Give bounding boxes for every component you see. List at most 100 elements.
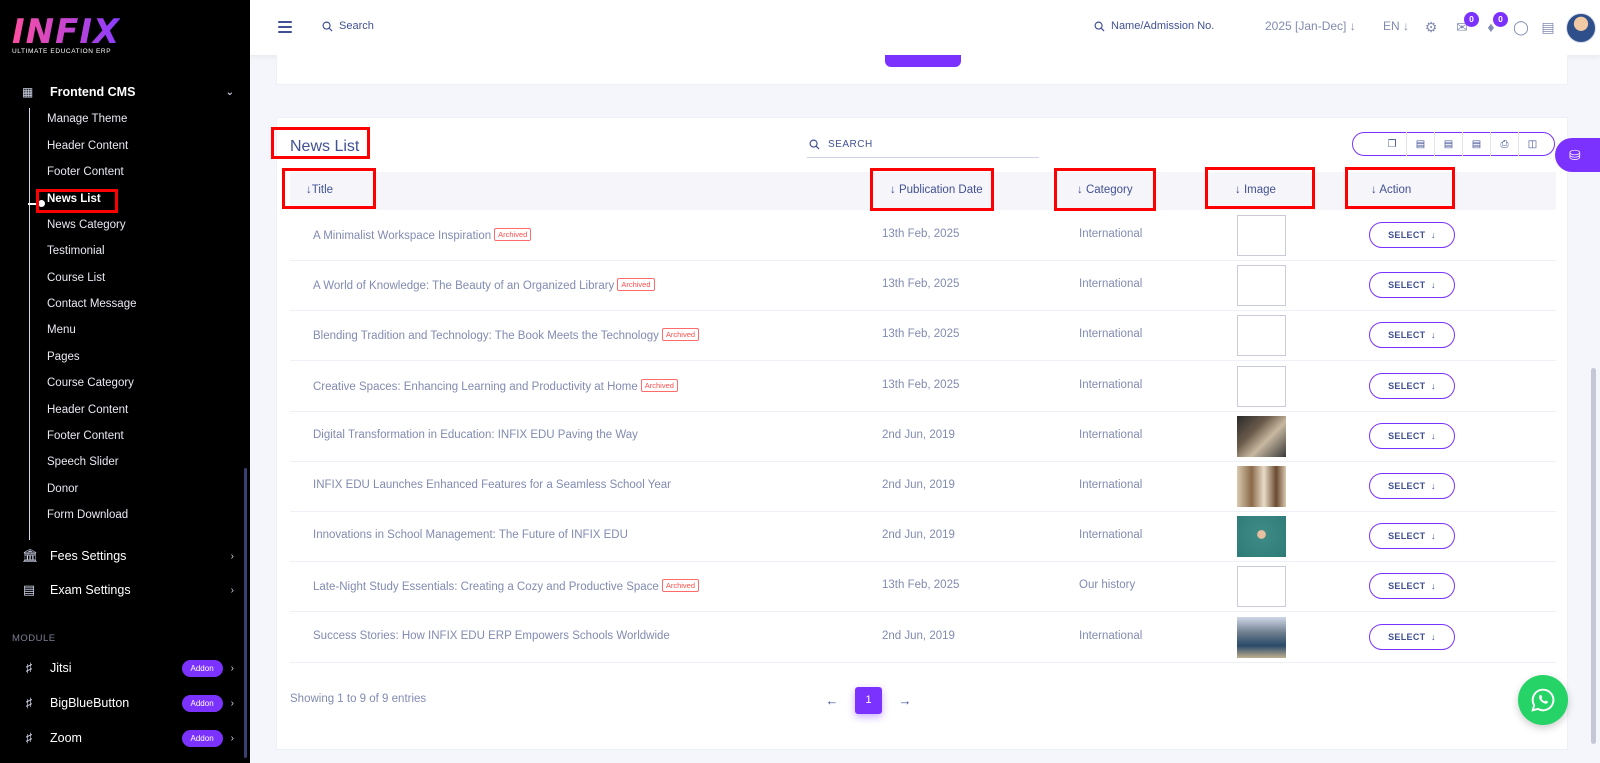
pdf-icon[interactable]: ▤ <box>1462 132 1490 156</box>
sidebar-item-pages[interactable]: Pages <box>47 351 80 363</box>
news-thumbnail <box>1237 315 1286 357</box>
logo[interactable]: INFIX ULTIMATE EDUCATION ERP <box>12 14 120 55</box>
chat-icon[interactable]: ✉ 0 <box>1453 12 1479 36</box>
table-row: Success Stories: How INFIX EDU ERP Empow… <box>290 612 1556 663</box>
archived-badge: Archived <box>661 579 700 593</box>
sidebar-section-label: Frontend CMS <box>50 85 136 99</box>
page-number[interactable]: 1 <box>855 687 882 714</box>
select-action-button[interactable]: SELECT ↓ <box>1369 222 1455 248</box>
news-thumbnail <box>1237 415 1286 457</box>
prev-page-icon[interactable]: ← <box>817 693 847 708</box>
table-search-input[interactable]: SEARCH <box>807 132 1039 158</box>
upper-card <box>276 55 1568 85</box>
sidebar-item-bigbluebutton[interactable]: ♯ BigBlueButton Addon › <box>22 693 234 713</box>
cell-date: 2nd Jun, 2019 <box>882 428 955 441</box>
select-label: SELECT <box>1388 380 1426 391</box>
news-title: Success Stories: How INFIX EDU ERP Empow… <box>313 629 670 642</box>
sidebar-item-donor[interactable]: Donor <box>47 483 78 495</box>
sidebar-item-form-download[interactable]: Form Download <box>47 509 128 521</box>
side-cart-icon[interactable]: ⛁ <box>1555 138 1600 172</box>
bell-icon[interactable]: ♦ 0 <box>1482 12 1508 36</box>
select-action-button[interactable]: SELECT ↓ <box>1369 422 1455 449</box>
robot-icon[interactable]: ⚙ <box>1422 18 1440 36</box>
sidebar-item-speech-slider[interactable]: Speech Slider <box>47 456 119 468</box>
select-action-button[interactable]: SELECT ↓ <box>1369 322 1455 349</box>
chevron-right-icon: › <box>230 697 234 709</box>
sidebar-scrollbar[interactable] <box>244 468 247 758</box>
chevron-right-icon: › <box>230 584 234 596</box>
globe-icon[interactable]: ◯ <box>1512 18 1530 36</box>
language-select[interactable]: EN ↓ <box>1383 19 1409 33</box>
cell-title: Digital Transformation in Education: INF… <box>313 429 638 441</box>
sidebar-item-fees-settings[interactable]: 🏛 Fees Settings › <box>22 546 234 566</box>
print-icon[interactable]: ⎙ <box>1490 132 1518 156</box>
table-row: A World of Knowledge: The Beauty of an O… <box>290 260 1556 312</box>
sidebar-item-course-list[interactable]: Course List <box>47 272 105 284</box>
next-page-icon[interactable]: → <box>890 693 920 708</box>
sidebar-item-label: Zoom <box>50 731 82 745</box>
language-value: EN <box>1383 19 1400 33</box>
table-row: A Minimalist Workspace Inspiration Archiv… <box>290 210 1556 261</box>
news-thumbnail <box>1237 265 1286 307</box>
chevron-right-icon: › <box>230 662 234 674</box>
sidebar-item-manage-theme[interactable]: Manage Theme <box>47 113 127 125</box>
columns-icon[interactable]: ◫ <box>1518 132 1546 156</box>
news-thumbnail <box>1237 365 1286 407</box>
sidebar-item-news-category[interactable]: News Category <box>47 219 126 231</box>
module-icon: ♯ <box>25 695 33 710</box>
archived-badge: Archived <box>640 378 678 392</box>
sidebar-item-footer-content-2[interactable]: Footer Content <box>47 430 124 442</box>
select-action-button[interactable]: SELECT ↓ <box>1369 372 1455 399</box>
sidebar-item-label: Exam Settings <box>50 583 131 597</box>
search-icon <box>1094 21 1105 32</box>
avatar[interactable] <box>1566 13 1596 43</box>
addon-badge: Addon <box>181 659 223 677</box>
copy-icon[interactable]: ❐ <box>1378 132 1406 156</box>
sidebar-item-header-content[interactable]: Header Content <box>47 140 128 152</box>
academic-year-select[interactable]: 2025 [Jan-Dec] ↓ <box>1265 19 1356 33</box>
sidebar-item-zoom[interactable]: ♯ Zoom Addon › <box>22 728 234 748</box>
select-action-button[interactable]: SELECT ↓ <box>1369 573 1455 600</box>
news-title: A World of Knowledge: The Beauty of an O… <box>313 280 615 293</box>
upper-submit-button[interactable] <box>885 55 961 67</box>
cell-category: International <box>1079 629 1143 642</box>
cell-date: 2nd Jun, 2019 <box>882 479 955 491</box>
sidebar-item-menu[interactable]: Menu <box>47 324 76 336</box>
sidebar-item-label: BigBlueButton <box>50 696 130 710</box>
news-thumbnail <box>1237 516 1286 558</box>
menu-toggle-icon[interactable] <box>278 21 292 36</box>
chart-icon[interactable]: ▤ <box>1539 18 1557 36</box>
table-search-placeholder: SEARCH <box>828 139 873 150</box>
sidebar-item-exam-settings[interactable]: ▤ Exam Settings › <box>22 580 234 600</box>
highlight-box-col-title <box>282 168 376 209</box>
sidebar-section-frontend-cms[interactable]: ▦ Frontend CMS ⌄ <box>22 82 234 102</box>
highlight-box-title <box>271 127 370 159</box>
student-search-placeholder: Name/Admission No. <box>1111 20 1215 32</box>
select-action-button[interactable]: SELECT ↓ <box>1369 272 1455 299</box>
excel-icon[interactable]: ▤ <box>1406 132 1434 156</box>
cell-date: 13th Feb, 2025 <box>882 228 960 240</box>
csv-icon[interactable]: ▤ <box>1434 132 1462 156</box>
student-search-input[interactable]: Name/Admission No. <box>1094 20 1214 32</box>
book-icon: ▤ <box>22 582 36 597</box>
arrow-down-icon: ↓ <box>1349 19 1356 33</box>
sidebar-item-jitsi[interactable]: ♯ Jitsi Addon › <box>22 658 234 678</box>
news-title: Blending Tradition and Technology: The B… <box>313 330 659 343</box>
sidebar-item-header-content-2[interactable]: Header Content <box>47 404 128 416</box>
search-icon <box>322 21 333 32</box>
sidebar-item-footer-content[interactable]: Footer Content <box>47 166 124 178</box>
whatsapp-icon[interactable] <box>1518 675 1568 725</box>
cell-date: 13th Feb, 2025 <box>882 328 960 341</box>
module-icon: ♯ <box>25 730 33 745</box>
sidebar-item-contact-message[interactable]: Contact Message <box>47 298 137 310</box>
top-search-input[interactable]: Search <box>322 20 374 32</box>
page-scrollbar[interactable] <box>1591 368 1596 744</box>
sidebar-item-course-category[interactable]: Course Category <box>47 377 134 389</box>
select-action-button[interactable]: SELECT ↓ <box>1369 623 1455 650</box>
cell-category: International <box>1079 278 1143 291</box>
sidebar-item-testimonial[interactable]: Testimonial <box>47 245 105 257</box>
select-action-button[interactable]: SELECT ↓ <box>1369 473 1455 499</box>
select-action-button[interactable]: SELECT ↓ <box>1369 523 1455 550</box>
top-search-placeholder: Search <box>339 20 374 32</box>
chat-count-badge: 0 <box>1464 12 1479 27</box>
